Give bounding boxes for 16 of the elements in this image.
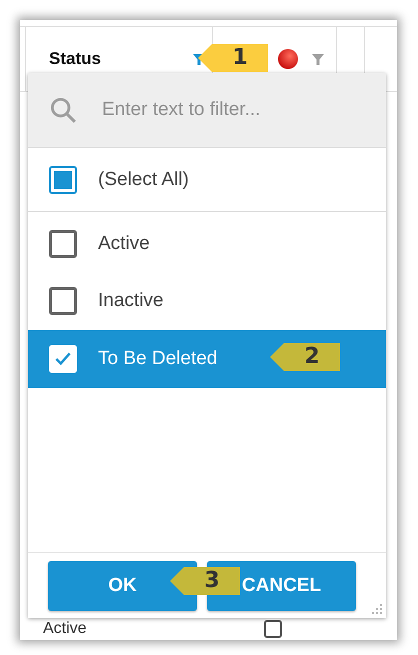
step-tooltip: 1 xyxy=(198,44,268,72)
checkbox[interactable] xyxy=(49,287,77,316)
resize-grip-icon[interactable] xyxy=(371,603,383,615)
list-item[interactable]: (Select All) xyxy=(28,148,386,212)
filter-icon[interactable] xyxy=(311,52,325,66)
list-item[interactable]: Active xyxy=(28,215,386,272)
step-tooltip: 2 xyxy=(270,343,340,371)
column-header[interactable]: Status xyxy=(49,49,192,69)
checkbox[interactable] xyxy=(49,166,77,194)
checkbox[interactable] xyxy=(49,230,77,258)
checkbox[interactable] xyxy=(264,620,282,638)
list-item[interactable]: Inactive xyxy=(28,272,386,330)
step-tooltip: 3 xyxy=(170,567,240,595)
search-icon xyxy=(50,97,76,123)
table-cell-text: Active xyxy=(43,620,88,638)
ball-icon xyxy=(277,48,299,70)
